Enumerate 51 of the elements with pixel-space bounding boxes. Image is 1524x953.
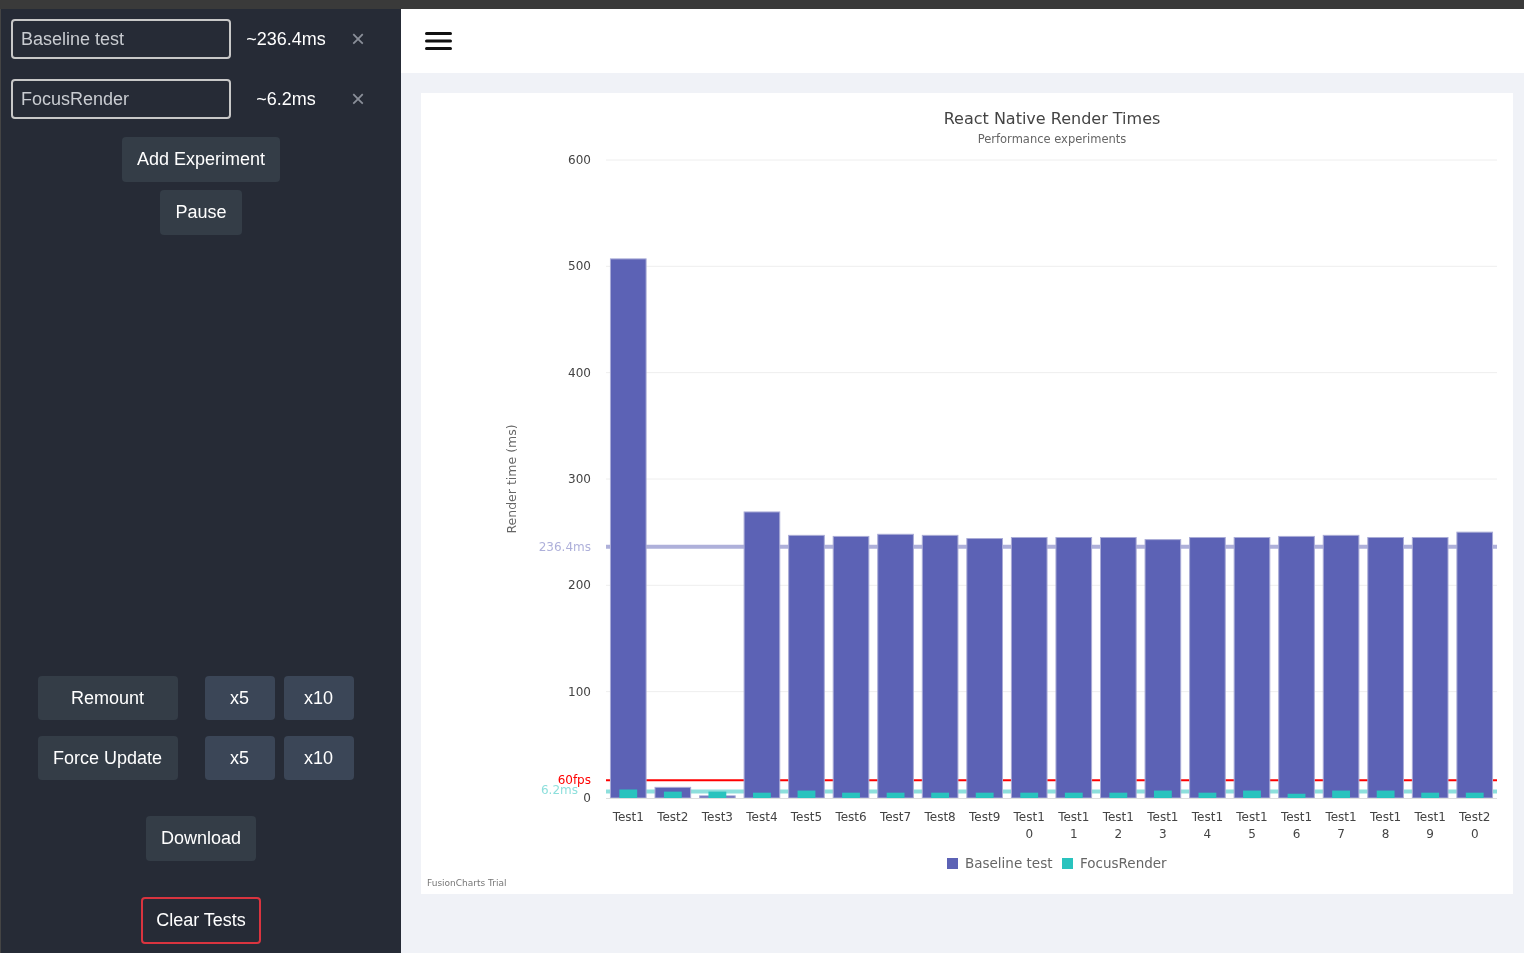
axis-tick-label: 400 xyxy=(568,365,591,380)
axis-category-label: Test13 xyxy=(1147,810,1179,841)
legend-label: FocusRender xyxy=(1080,855,1167,871)
action-button[interactable]: Force Update xyxy=(37,736,178,780)
chart-subtitle: Performance experiments xyxy=(977,132,1127,146)
remove-button[interactable]: × xyxy=(347,27,369,51)
axis-category-label: Test8 xyxy=(924,810,956,824)
repeat-button[interactable]: x5 xyxy=(204,676,275,720)
render-time-text: ~236.4ms xyxy=(245,27,327,51)
remove-button[interactable]: × xyxy=(347,87,369,111)
axis-category-label: Test11 xyxy=(1058,810,1090,841)
add-experiment-button[interactable]: Add Experiment xyxy=(121,137,281,182)
axis-tick-label: 200 xyxy=(568,578,591,593)
download-button[interactable]: Download xyxy=(145,816,257,861)
axis-category-label: Test4 xyxy=(746,810,778,824)
axis-category-label: Test12 xyxy=(1102,810,1134,841)
axis-category-label: Test14 xyxy=(1191,810,1224,841)
axis-tick-label: 300 xyxy=(568,472,591,486)
axis-tick-label: 600 xyxy=(568,153,591,167)
clear-tests-button[interactable]: Clear Tests xyxy=(141,897,261,944)
axis-category-label: Test2 xyxy=(657,810,689,824)
axis-category-label: Test6 xyxy=(835,810,867,824)
legend-label: Baseline test xyxy=(965,855,1053,871)
axis-category-label: Test10 xyxy=(1013,810,1045,841)
axis-category-label: Test1 xyxy=(612,810,644,824)
axis-category-label: Test20 xyxy=(1459,810,1491,841)
experiment-name-field[interactable]: FocusRender xyxy=(11,79,231,119)
chart-title: React Native Render Times xyxy=(943,109,1161,128)
axis-title: Render time (ms) xyxy=(504,424,519,534)
axis-tick-label: 500 xyxy=(568,259,591,274)
axis-category-label: Test19 xyxy=(1414,810,1446,841)
render-time-text: ~6.2ms xyxy=(255,87,317,111)
pause-button[interactable]: Pause xyxy=(160,190,242,235)
axis-category-label: Test16 xyxy=(1280,810,1313,841)
watermark-text: FusionCharts Trial xyxy=(427,878,507,888)
repeat-button[interactable]: x5 xyxy=(204,736,275,780)
axis-category-label: Test9 xyxy=(969,810,1001,824)
repeat-button[interactable]: x10 xyxy=(283,736,354,780)
experiment-name-field[interactable]: Baseline test xyxy=(11,19,231,59)
axis-category-label: Test17 xyxy=(1325,810,1357,841)
axis-category-label: Test3 xyxy=(701,810,733,824)
axis-category-label: Test15 xyxy=(1236,810,1268,841)
axis-category-label: Test5 xyxy=(790,810,823,824)
axis-tick-label: 100 xyxy=(568,684,591,699)
menu-icon[interactable] xyxy=(425,31,452,51)
reference-label: 236.4ms xyxy=(538,539,591,554)
action-button[interactable]: Remount xyxy=(37,676,178,720)
axis-tick-label: 0 xyxy=(583,791,591,805)
axis-category-label: Test7 xyxy=(879,810,912,824)
repeat-button[interactable]: x10 xyxy=(283,676,354,720)
axis-category-label: Test18 xyxy=(1370,810,1402,841)
